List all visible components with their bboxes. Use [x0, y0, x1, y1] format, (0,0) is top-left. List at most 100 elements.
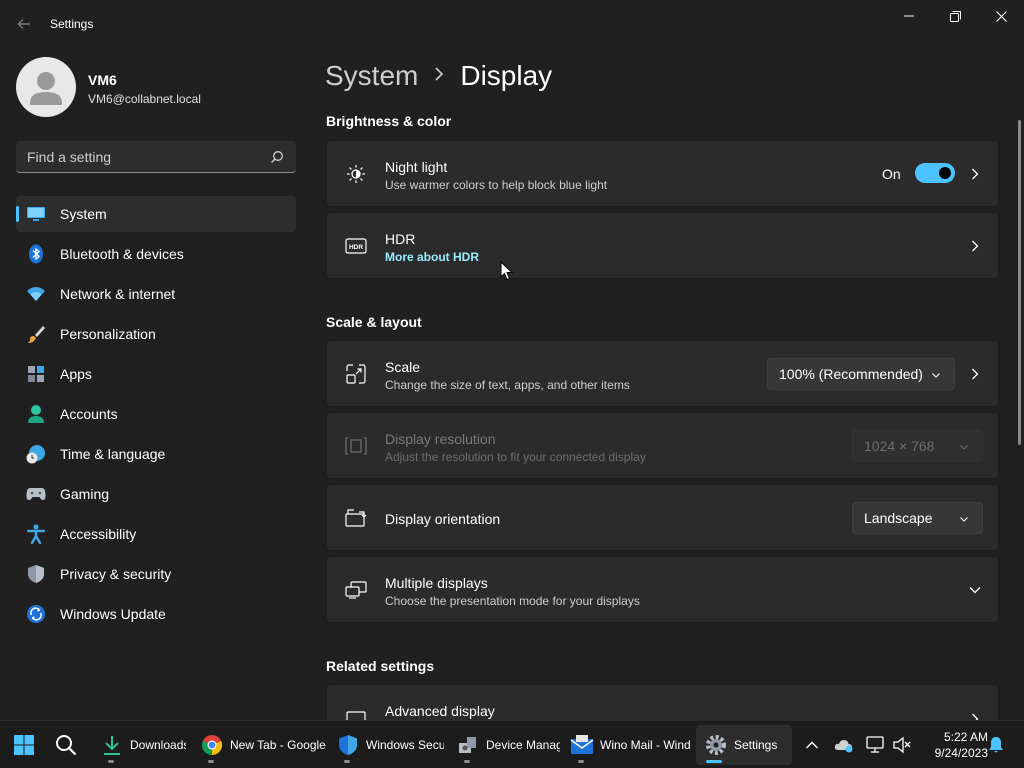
search-icon[interactable]	[270, 150, 284, 164]
multiple-displays-icon	[345, 579, 367, 601]
minimize-button[interactable]	[886, 0, 932, 32]
chrome-icon	[200, 733, 224, 757]
sidebar-item-windows-update[interactable]: Windows Update	[16, 596, 296, 632]
sidebar-item-network[interactable]: Network & internet	[16, 276, 296, 312]
hdr-title: HDR	[385, 231, 416, 247]
running-indicator	[344, 760, 350, 763]
system-icon	[26, 204, 46, 224]
sidebar-item-personalization[interactable]: Personalization	[16, 316, 296, 352]
sidebar-item-time-language[interactable]: Time & language	[16, 436, 296, 472]
taskbar-app-downloads[interactable]: Downloads	[92, 725, 192, 765]
orientation-icon	[345, 507, 367, 529]
taskbar-app-label: Downloads	[130, 738, 186, 752]
taskbar-app-label: Device Manager	[486, 738, 560, 752]
accessibility-icon	[26, 524, 46, 544]
sidebar-item-privacy[interactable]: Privacy & security	[16, 556, 296, 592]
section-title-scale-layout: Scale & layout	[326, 314, 422, 330]
sidebar-item-label: Apps	[60, 366, 92, 382]
section-title-related: Related settings	[326, 658, 435, 674]
restore-button[interactable]	[932, 0, 978, 32]
onedrive-icon[interactable]	[834, 733, 854, 757]
restore-icon	[949, 10, 961, 22]
clock-date: 9/24/2023	[934, 746, 988, 760]
breadcrumb: System Display	[325, 58, 552, 94]
close-button[interactable]	[978, 0, 1024, 32]
avatar	[16, 57, 76, 117]
taskbar-app-windows-security[interactable]: Windows Security	[328, 725, 448, 765]
brightness-icon	[345, 163, 367, 185]
scale-card[interactable]: Scale Change the size of text, apps, and…	[326, 340, 999, 407]
search-icon	[54, 733, 78, 757]
back-button[interactable]	[12, 12, 36, 36]
title-bar: Settings	[0, 0, 1024, 48]
chevron-down-icon	[960, 517, 968, 522]
user-profile[interactable]: VM6 VM6@collabnet.local	[16, 57, 296, 117]
sidebar-item-label: Personalization	[60, 326, 156, 342]
network-monitor-icon[interactable]	[866, 733, 886, 757]
notification-bell-icon[interactable]	[986, 733, 1006, 757]
breadcrumb-parent[interactable]: System	[325, 60, 418, 92]
toggle-knob	[939, 167, 951, 179]
hdr-more-link[interactable]: More about HDR	[385, 250, 479, 264]
display-orientation-card[interactable]: Display orientation Landscape	[326, 484, 999, 551]
gamepad-icon	[26, 484, 46, 504]
display-resolution-title: Display resolution	[385, 431, 496, 447]
sidebar-item-apps[interactable]: Apps	[16, 356, 296, 392]
taskbar: Downloads New Tab - Google Chrome Window…	[0, 720, 1024, 768]
sidebar-item-accessibility[interactable]: Accessibility	[16, 516, 296, 552]
sidebar-item-label: Accessibility	[60, 526, 137, 542]
night-light-card[interactable]: Night light Use warmer colors to help bl…	[326, 140, 999, 207]
start-button[interactable]	[4, 725, 42, 765]
running-indicator	[464, 760, 470, 763]
scale-dropdown-value: 100% (Recommended)	[779, 366, 923, 382]
sidebar-item-system[interactable]: System	[16, 196, 296, 232]
search-box[interactable]	[16, 141, 296, 173]
volume-muted-icon[interactable]	[892, 733, 912, 757]
night-light-toggle[interactable]	[915, 163, 955, 183]
multiple-displays-card[interactable]: Multiple displays Choose the presentatio…	[326, 556, 999, 623]
chevron-right-icon	[967, 238, 983, 254]
night-light-subtitle: Use warmer colors to help block blue lig…	[385, 178, 608, 192]
settings-gear-icon	[704, 733, 728, 757]
orientation-dropdown-value: Landscape	[864, 510, 933, 526]
taskbar-app-label: Wino Mail - Windows	[600, 738, 690, 752]
download-icon	[100, 733, 124, 757]
sidebar-item-gaming[interactable]: Gaming	[16, 476, 296, 512]
taskbar-app-settings[interactable]: Settings	[696, 725, 792, 765]
taskbar-search-button[interactable]	[46, 725, 86, 765]
device-manager-icon	[456, 733, 480, 757]
wifi-icon	[26, 284, 46, 304]
apps-icon	[26, 364, 46, 384]
sidebar-item-label: Network & internet	[60, 286, 176, 302]
chevron-right-icon	[967, 166, 983, 182]
taskbar-app-mail[interactable]: Wino Mail - Windows	[562, 725, 694, 765]
active-indicator	[706, 760, 722, 763]
chevron-down-icon[interactable]	[967, 582, 983, 598]
taskbar-app-chrome[interactable]: New Tab - Google Chrome	[192, 725, 330, 765]
sidebar-item-label: System	[60, 206, 107, 222]
chevron-right-icon	[434, 66, 444, 86]
taskbar-app-device-manager[interactable]: Device Manager	[448, 725, 564, 765]
hdr-card[interactable]: HDR HDR More about HDR	[326, 212, 999, 279]
sidebar-item-accounts[interactable]: Accounts	[16, 396, 296, 432]
search-input[interactable]	[16, 141, 266, 172]
sidebar-item-label: Privacy & security	[60, 566, 172, 582]
mouse-cursor-icon	[500, 261, 513, 281]
taskbar-app-label: New Tab - Google Chrome	[230, 738, 326, 752]
sidebar-nav: System Bluetooth & devices Network & int…	[16, 196, 296, 636]
taskbar-app-label: Settings	[734, 738, 778, 752]
svg-text:HDR: HDR	[349, 244, 363, 251]
system-clock[interactable]: 5:22 AM 9/24/2023	[920, 729, 988, 761]
clock-time: 5:22 AM	[943, 730, 988, 744]
close-icon	[995, 10, 1007, 22]
orientation-dropdown[interactable]: Landscape	[852, 502, 983, 534]
sidebar-item-bluetooth[interactable]: Bluetooth & devices	[16, 236, 296, 272]
night-light-toggle-label: On	[882, 166, 901, 182]
mail-icon	[570, 733, 594, 757]
scale-icon	[345, 363, 367, 385]
resolution-icon	[345, 435, 367, 457]
scale-dropdown[interactable]: 100% (Recommended)	[767, 358, 955, 390]
scrollbar[interactable]	[1018, 120, 1021, 445]
chevron-up-icon[interactable]	[802, 733, 822, 757]
advanced-display-card[interactable]: Advanced display	[326, 684, 999, 725]
